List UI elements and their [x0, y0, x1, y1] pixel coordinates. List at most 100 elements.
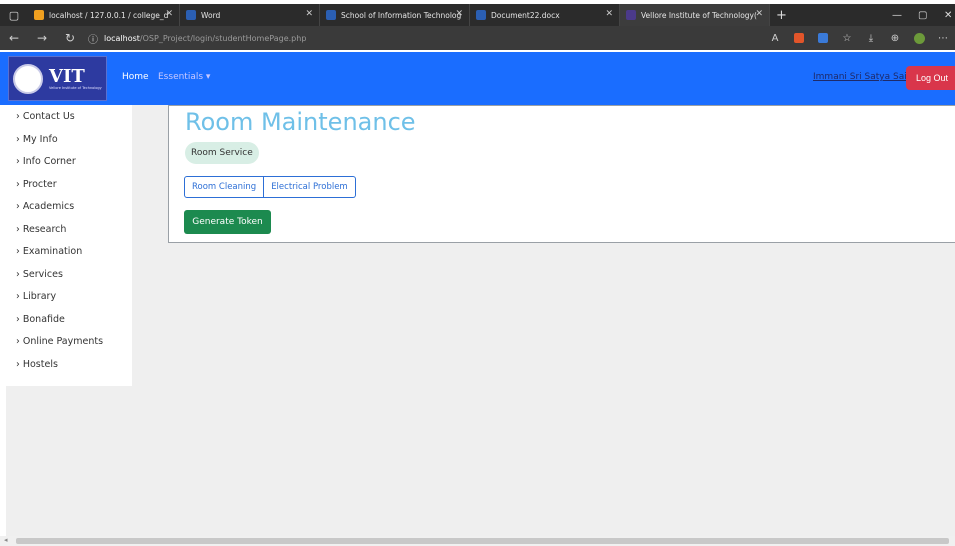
sidebar-item-label: Info Corner — [22, 156, 76, 167]
more-icon[interactable]: ⋯ — [931, 26, 955, 50]
tab-vit[interactable]: Vellore Institute of Technology( ✕ — [620, 4, 770, 26]
reload-icon[interactable]: ↻ — [56, 26, 84, 50]
tab-actions-icon[interactable]: ▢ — [0, 4, 28, 26]
sidebar-item-label: Online Payments — [22, 336, 104, 347]
vit-seal-icon — [13, 63, 43, 94]
chevron-right-icon: › — [16, 201, 20, 212]
tab-school-it[interactable]: School of Information Technolog ✕ — [320, 4, 470, 26]
toolbar-icons: A ☆ ⤓ ⊕ ⋯ — [763, 26, 955, 50]
nav-user-link[interactable]: Immani Sri Satya Sai — [813, 72, 907, 82]
browser-window: ▢ localhost / 127.0.0.1 / college_d ✕ Wo… — [0, 0, 955, 546]
sidebar-item-label: Research — [22, 224, 67, 235]
url-field[interactable]: ⓘ localhost/OSP_Project/login/studentHom… — [88, 26, 306, 50]
sidebar-item-label: Bonafide — [22, 314, 65, 325]
room-maintenance-panel: Room Maintenance Room Service Room Clean… — [168, 105, 955, 243]
sidebar-item-services[interactable]: › Services — [16, 269, 63, 280]
sidebar-item-contact-us[interactable]: › Contact Us — [16, 111, 75, 122]
tab-bar: ▢ localhost / 127.0.0.1 / college_d ✕ Wo… — [0, 4, 955, 26]
logo-title: VIT — [49, 65, 85, 87]
chevron-right-icon: › — [16, 134, 20, 145]
url-path: /OSP_Project/login/studentHomePage.php — [139, 33, 307, 43]
chevron-right-icon: › — [16, 359, 20, 370]
tab-word[interactable]: Word ✕ — [180, 4, 320, 26]
generate-token-button[interactable]: Generate Token — [184, 210, 271, 234]
sidebar-item-examination[interactable]: › Examination — [16, 246, 82, 257]
chevron-right-icon: › — [16, 269, 20, 280]
sidebar: › Contact Us › My Info › Info Corner › P… — [6, 105, 132, 386]
close-icon[interactable]: ✕ — [755, 9, 763, 19]
chevron-right-icon: › — [16, 314, 20, 325]
room-cleaning-button[interactable]: Room Cleaning — [184, 176, 265, 198]
sidebar-item-label: Contact Us — [22, 111, 75, 122]
nav-essentials-dropdown[interactable]: Essentials ▾ — [158, 72, 210, 82]
word-favicon-icon — [186, 10, 196, 20]
site-navbar: VIT Vellore Institute of Technology Home… — [0, 52, 955, 105]
extension-icon[interactable] — [811, 26, 835, 50]
sidebar-item-label: Services — [22, 269, 63, 280]
sidebar-item-info-corner[interactable]: › Info Corner — [16, 156, 76, 167]
tab-title: Vellore Institute of Technology( — [641, 10, 757, 20]
maximize-icon[interactable]: ▢ — [918, 4, 927, 26]
close-window-icon[interactable]: ✕ — [944, 4, 952, 26]
word-favicon-icon — [326, 10, 336, 20]
word-favicon-icon — [476, 10, 486, 20]
sidebar-item-label: Hostels — [22, 359, 58, 370]
new-tab-icon[interactable]: + — [776, 8, 787, 23]
logo-text: VIT Vellore Institute of Technology — [49, 65, 102, 90]
sidebar-item-bonafide[interactable]: › Bonafide — [16, 314, 65, 325]
tab-title: Word — [201, 10, 221, 20]
chevron-right-icon: › — [16, 336, 20, 347]
close-icon[interactable]: ✕ — [305, 9, 313, 19]
extension-icon[interactable] — [787, 26, 811, 50]
forward-icon[interactable]: → — [28, 26, 56, 50]
tab-title: School of Information Technolog — [341, 10, 462, 20]
nav-home-link[interactable]: Home — [122, 72, 149, 82]
logout-button[interactable]: Log Out — [906, 66, 955, 90]
favorites-icon[interactable]: ☆ — [835, 26, 859, 50]
read-aloud-icon[interactable]: A — [763, 26, 787, 50]
chevron-right-icon: › — [16, 156, 20, 167]
site-info-icon[interactable]: ⓘ — [88, 31, 98, 46]
sidebar-item-label: Library — [22, 291, 57, 302]
back-icon[interactable]: ← — [0, 26, 28, 50]
maintenance-type-group: Room Cleaning Electrical Problem — [184, 176, 356, 198]
page-title: Room Maintenance — [185, 108, 416, 136]
address-bar: ← → ↻ ⓘ localhost/OSP_Project/login/stud… — [0, 26, 955, 50]
downloads-icon[interactable]: ⤓ — [859, 26, 883, 50]
tab-phpmyadmin[interactable]: localhost / 127.0.0.1 / college_d ✕ — [28, 4, 180, 26]
close-icon[interactable]: ✕ — [605, 9, 613, 19]
minimize-icon[interactable]: — — [892, 4, 902, 26]
url-host: localhost — [104, 33, 140, 43]
vit-logo[interactable]: VIT Vellore Institute of Technology — [8, 56, 107, 101]
phpmyadmin-favicon-icon — [34, 10, 44, 20]
sidebar-item-my-info[interactable]: › My Info — [16, 134, 58, 145]
room-service-badge: Room Service — [185, 142, 259, 164]
chevron-right-icon: › — [16, 246, 20, 257]
chevron-right-icon: › — [16, 179, 20, 190]
sidebar-item-library[interactable]: › Library — [16, 291, 56, 302]
chevron-right-icon: › — [16, 111, 20, 122]
sidebar-item-label: Academics — [22, 201, 75, 212]
scrollbar-thumb[interactable] — [16, 538, 949, 544]
sidebar-item-procter[interactable]: › Procter — [16, 179, 57, 190]
sidebar-item-academics[interactable]: › Academics — [16, 201, 74, 212]
sidebar-item-label: My Info — [22, 134, 58, 145]
close-icon[interactable]: ✕ — [165, 9, 173, 19]
chevron-right-icon: › — [16, 291, 20, 302]
sidebar-item-research[interactable]: › Research — [16, 224, 66, 235]
horizontal-scrollbar[interactable]: ◂ — [0, 536, 955, 546]
sidebar-item-online-payments[interactable]: › Online Payments — [16, 336, 103, 347]
collections-icon[interactable]: ⊕ — [883, 26, 907, 50]
profile-icon[interactable] — [907, 26, 931, 50]
close-icon[interactable]: ✕ — [455, 9, 463, 19]
sidebar-item-hostels[interactable]: › Hostels — [16, 359, 58, 370]
scroll-left-icon[interactable]: ◂ — [4, 536, 8, 544]
vit-favicon-icon — [626, 10, 636, 20]
tab-title: localhost / 127.0.0.1 / college_d — [49, 10, 169, 20]
tab-document22[interactable]: Document22.docx ✕ — [470, 4, 620, 26]
logo-subtitle: Vellore Institute of Technology — [49, 85, 102, 90]
sidebar-item-label: Examination — [22, 246, 83, 257]
electrical-problem-button[interactable]: Electrical Problem — [264, 176, 356, 198]
tab-title: Document22.docx — [491, 10, 560, 20]
sidebar-item-label: Procter — [22, 179, 57, 190]
